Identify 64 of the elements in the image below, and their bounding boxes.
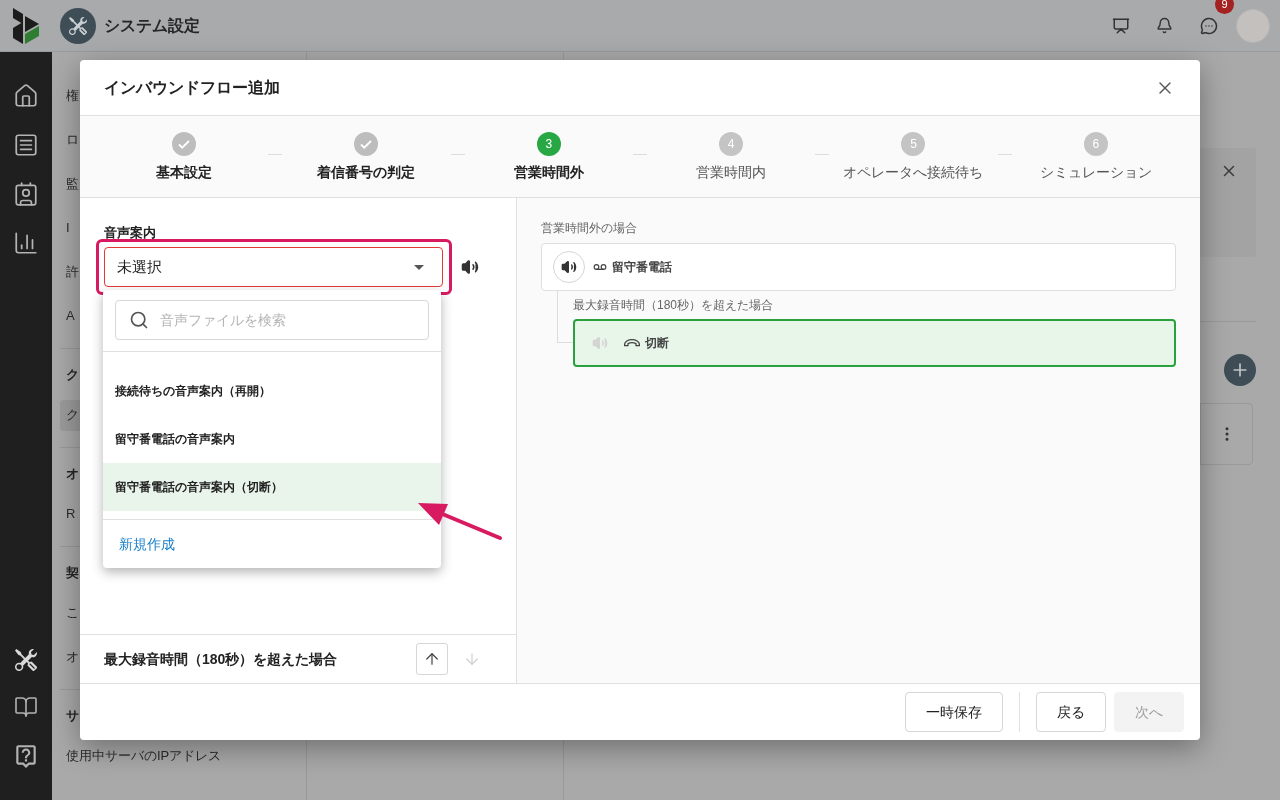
- dropdown-option[interactable]: 接続待ちの音声案内（再開）: [103, 367, 441, 415]
- flow-node[interactable]: 切断: [573, 319, 1176, 367]
- arrow-down-icon: [463, 650, 481, 668]
- branch-heading: 最大録音時間（180秒）を超えた場合: [573, 298, 775, 312]
- step-label: 着信番号の判定: [317, 163, 416, 182]
- dropdown-option[interactable]: 留守番電話の音声案内: [103, 415, 441, 463]
- speaker-icon: [561, 259, 577, 275]
- list-icon[interactable]: [13, 132, 39, 158]
- caret-down-icon: [414, 264, 424, 270]
- step-number: 4: [719, 132, 744, 156]
- tools-icon[interactable]: [15, 649, 37, 671]
- create-new-link[interactable]: 新規作成: [119, 533, 175, 555]
- step-label: 営業時間外: [513, 163, 584, 182]
- board-icon[interactable]: [1112, 16, 1130, 35]
- tools-icon: [60, 7, 96, 44]
- sidebar-item[interactable]: ク: [60, 399, 80, 431]
- chart-icon[interactable]: [13, 230, 39, 256]
- move-up-button[interactable]: [416, 643, 448, 675]
- sidebar-section-heading: サ: [66, 707, 79, 726]
- search-icon: [129, 310, 149, 330]
- hang-up-icon: [624, 339, 640, 347]
- book-icon[interactable]: [14, 695, 38, 719]
- step-number: 5: [901, 132, 926, 156]
- step-number: 6: [1083, 132, 1108, 156]
- sidebar-item[interactable]: I: [60, 212, 80, 244]
- sidebar-section-heading: ク: [66, 366, 79, 385]
- speaker-icon[interactable]: [461, 258, 479, 276]
- help-icon[interactable]: [13, 743, 39, 769]
- dropdown-option[interactable]: 留守番電話の音声案内（切断）: [103, 463, 441, 511]
- condition-label: 最大録音時間（180秒）を超えた場合: [104, 649, 338, 669]
- speaker-button[interactable]: [553, 251, 585, 283]
- flow-node-label: 留守番電話: [612, 259, 672, 276]
- step-label: 営業時間内: [696, 163, 767, 182]
- voice-guide-select[interactable]: 未選択: [104, 247, 443, 287]
- sidebar-item[interactable]: ロ: [60, 124, 80, 156]
- add-button[interactable]: [1224, 354, 1256, 386]
- sidebar-section-heading: オ: [66, 465, 79, 484]
- sidebar-section-heading: 契: [66, 564, 79, 583]
- footer-button[interactable]: 戻る: [1036, 692, 1106, 732]
- notification-badge: 9: [1215, 0, 1234, 14]
- logo-icon: [13, 7, 39, 44]
- sidebar-item[interactable]: 許: [60, 256, 80, 288]
- step-label: オペレータへ接続待ち: [843, 163, 984, 182]
- contact-card-icon[interactable]: [13, 181, 39, 207]
- sidebar-item[interactable]: A: [60, 300, 80, 332]
- notification-icon[interactable]: [1156, 17, 1173, 34]
- field-label: 音声案内: [104, 226, 157, 240]
- sidebar-item[interactable]: R: [60, 498, 80, 530]
- sidebar-item[interactable]: オ: [60, 641, 80, 673]
- flow-node-label: 切断: [645, 335, 669, 352]
- sidebar-item[interactable]: 使用中サーバのIPアドレス: [60, 740, 223, 772]
- step-label: シミュレーション: [1039, 163, 1152, 182]
- dialog-title: インバウンドフロー追加: [104, 77, 280, 98]
- flow-heading: 営業時間外の場合: [541, 221, 638, 235]
- step-number: 3: [536, 132, 561, 156]
- home-icon[interactable]: [13, 83, 39, 109]
- page-title: システム設定: [104, 15, 200, 36]
- footer-button[interactable]: 一時保存: [905, 692, 1003, 732]
- chat-icon[interactable]: [1200, 16, 1218, 35]
- flow-node[interactable]: 留守番電話: [541, 243, 1176, 291]
- step-label: 基本設定: [156, 163, 213, 182]
- sidebar-item[interactable]: こ: [60, 597, 80, 629]
- sidebar-item[interactable]: 権: [60, 80, 80, 112]
- sidebar-item[interactable]: 監: [60, 168, 80, 200]
